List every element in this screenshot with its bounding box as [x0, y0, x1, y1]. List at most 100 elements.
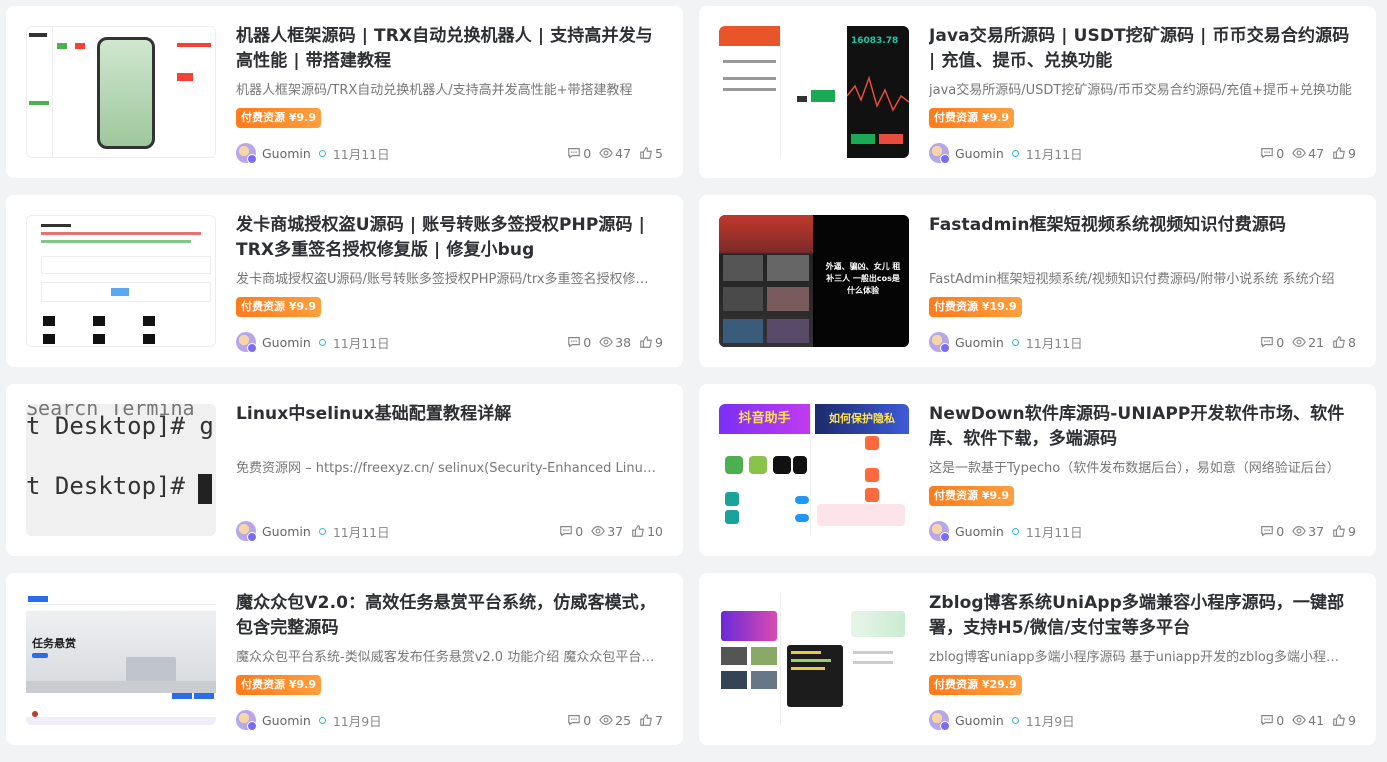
author-name[interactable]: Guomin [262, 713, 311, 728]
avatar[interactable] [929, 521, 950, 542]
post-title[interactable]: 发卡商城授权盗U源码 | 账号转账多签授权PHP源码 | TRX多重签名授权修复… [236, 213, 663, 263]
post-stats: 0 37 9 [1260, 524, 1356, 539]
post-thumbnail[interactable] [26, 26, 216, 158]
author-name[interactable]: Guomin [955, 335, 1004, 350]
author-name[interactable]: Guomin [262, 524, 311, 539]
post-title[interactable]: 机器人框架源码 | TRX自动兑换机器人 | 支持高并发与高性能 | 带搭建教程 [236, 24, 663, 74]
post-title[interactable]: Java交易所源码 | USDT挖矿源码 | 币币交易合约源码 | 充值、提币、… [929, 24, 1356, 74]
view-count: 21 [1292, 335, 1324, 350]
post-card[interactable]: 16083.78 Java交易所源码 | USDT挖矿源码 | 币币交易合约源码… [699, 6, 1376, 178]
post-card[interactable]: Search Termina t Desktop]# g t Desktop]#… [6, 384, 683, 556]
avatar[interactable] [929, 143, 950, 164]
like-button[interactable]: 10 [631, 524, 663, 539]
like-button[interactable]: 5 [639, 146, 663, 161]
like-button[interactable]: 9 [639, 335, 663, 350]
price-badge: 付费资源 ¥29.9 [929, 675, 1022, 695]
cursor-block [198, 474, 212, 504]
post-card[interactable]: Zblog博客系统UniApp多端兼容小程序源码，一键部署，支持H5/微信/支付… [699, 573, 1376, 745]
post-card[interactable]: 任务悬赏 魔众众包V2.0：高效任务悬赏平台系统，仿威客模式，包含完整源码 魔众… [6, 573, 683, 745]
eye-icon [1292, 148, 1306, 158]
view-count: 47 [599, 146, 631, 161]
post-card[interactable]: 机器人框架源码 | TRX自动兑换机器人 | 支持高并发与高性能 | 带搭建教程… [6, 6, 683, 178]
view-count: 37 [591, 524, 623, 539]
post-title[interactable]: Fastadmin框架短视频系统视频知识付费源码 [929, 213, 1356, 238]
price-readout: 16083.78 [851, 36, 899, 46]
like-button[interactable]: 8 [1332, 335, 1356, 350]
post-thumbnail[interactable] [719, 593, 909, 725]
like-button[interactable]: 9 [1332, 713, 1356, 728]
price-badge: 付费资源 ¥9.9 [236, 297, 321, 317]
date-dot-icon [318, 149, 326, 157]
date-dot-icon [1011, 716, 1019, 724]
post-meta: Guomin 11月11日 0 37 10 [236, 520, 663, 542]
like-button[interactable]: 9 [1332, 146, 1356, 161]
eye-icon [591, 526, 605, 536]
date-dot-icon [318, 338, 326, 346]
date-dot-icon [318, 527, 326, 535]
comment-count: 0 [1260, 713, 1284, 728]
author-name[interactable]: Guomin [955, 524, 1004, 539]
avatar[interactable] [236, 143, 257, 164]
comment-count: 0 [559, 524, 583, 539]
author-name[interactable]: Guomin [955, 146, 1004, 161]
like-button[interactable]: 9 [1332, 524, 1356, 539]
post-card[interactable]: 发卡商城授权盗U源码 | 账号转账多签授权PHP源码 | TRX多重签名授权修复… [6, 195, 683, 367]
post-title[interactable]: Zblog博客系统UniApp多端兼容小程序源码，一键部署，支持H5/微信/支付… [929, 591, 1356, 641]
date-dot-icon [318, 716, 326, 724]
thumb-up-icon [1333, 147, 1345, 159]
post-thumbnail[interactable] [26, 215, 216, 347]
post-card[interactable]: 抖音助手 如何保护隐私 NewDown软件库源码-UNIAPP开发软件市场、软件… [699, 384, 1376, 556]
post-excerpt: FastAdmin框架短视频系统/视频知识付费源码/附带小说系统 系统介绍 [929, 272, 1335, 287]
author-name[interactable]: Guomin [262, 146, 311, 161]
terminal-line: t Desktop]# g [26, 412, 214, 440]
post-thumbnail[interactable]: 任务悬赏 [26, 593, 216, 725]
price-badge: 付费资源 ¥9.9 [929, 108, 1014, 128]
avatar[interactable] [236, 710, 257, 731]
post-meta: Guomin 11月11日 0 38 9 [236, 331, 663, 353]
avatar[interactable] [929, 710, 950, 731]
thumb-up-icon [1333, 336, 1345, 348]
app-banner: 如何保护隐私 [815, 404, 909, 434]
post-grid: 机器人框架源码 | TRX自动兑换机器人 | 支持高并发与高性能 | 带搭建教程… [6, 6, 1376, 745]
date-dot-icon [1011, 527, 1019, 535]
view-count: 47 [1292, 146, 1324, 161]
post-thumbnail[interactable]: 外逼、骗凶、女儿 租补三人 一般出cos是什么体验 [719, 215, 909, 347]
author-name[interactable]: Guomin [262, 335, 311, 350]
eye-icon [1292, 715, 1306, 725]
post-meta: Guomin 11月11日 0 47 9 [929, 142, 1356, 164]
comment-icon [1261, 148, 1274, 159]
avatar[interactable] [236, 332, 257, 353]
date-dot-icon [1011, 338, 1019, 346]
post-title[interactable]: 魔众众包V2.0：高效任务悬赏平台系统，仿威客模式，包含完整源码 [236, 591, 663, 641]
post-thumbnail[interactable]: 16083.78 [719, 26, 909, 158]
thumb-up-icon [640, 147, 652, 159]
price-badge: 付费资源 ¥9.9 [236, 675, 321, 695]
thumb-up-icon [632, 525, 644, 537]
post-card[interactable]: 外逼、骗凶、女儿 租补三人 一般出cos是什么体验 Fastadmin框架短视频… [699, 195, 1376, 367]
author-name[interactable]: Guomin [955, 713, 1004, 728]
post-date: 11月9日 [332, 713, 382, 729]
post-title[interactable]: NewDown软件库源码-UNIAPP开发软件市场、软件库、软件下载，多端源码 [929, 402, 1356, 452]
phone-mockup [97, 37, 155, 149]
app-banner: 抖音助手 [719, 404, 810, 434]
post-stats: 0 21 8 [1260, 335, 1356, 350]
post-excerpt: zblog博客uniapp多端小程序源码 基于uniapp开发的zblog多端小… [929, 650, 1356, 665]
post-title[interactable]: Linux中selinux基础配置教程详解 [236, 402, 663, 427]
thumb-up-icon [640, 714, 652, 726]
avatar[interactable] [929, 332, 950, 353]
thumb-up-icon [1333, 714, 1345, 726]
date-dot-icon [1011, 149, 1019, 157]
thumb-up-icon [640, 336, 652, 348]
like-button[interactable]: 7 [639, 713, 663, 728]
post-thumbnail[interactable]: Search Termina t Desktop]# g t Desktop]# [26, 404, 216, 536]
avatar[interactable] [236, 521, 257, 542]
post-thumbnail[interactable]: 抖音助手 如何保护隐私 [719, 404, 909, 536]
post-date: 11月11日 [1025, 335, 1083, 351]
post-meta: Guomin 11月11日 0 47 5 [236, 142, 663, 164]
comment-icon [568, 715, 581, 726]
post-excerpt: 发卡商城授权盗U源码/账号转账多签授权PHP源码/trx多重签名授权修复版 [236, 272, 662, 287]
post-meta: Guomin 11月11日 0 21 8 [929, 331, 1356, 353]
comment-count: 0 [1260, 335, 1284, 350]
post-date: 11月11日 [1025, 146, 1083, 162]
thumb-up-icon [1333, 525, 1345, 537]
